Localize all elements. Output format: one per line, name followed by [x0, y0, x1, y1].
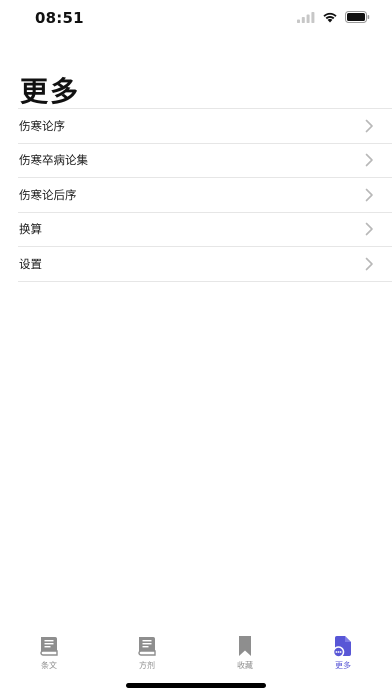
menu-item-label: 伤寒论后序: [19, 187, 77, 202]
tab-label: 收藏: [237, 661, 253, 670]
tab-label: 更多: [335, 661, 351, 670]
more-document-icon: [332, 636, 351, 657]
battery-icon: [345, 8, 370, 27]
chevron-right-icon: [365, 222, 373, 236]
menu-item-postface[interactable]: 伤寒论后序: [18, 178, 392, 213]
signal-icon: [297, 8, 315, 27]
chevron-right-icon: [365, 153, 373, 167]
menu-item-preface[interactable]: 伤寒论序: [18, 109, 392, 144]
menu-item-conversion[interactable]: 换算: [18, 213, 392, 247]
wifi-icon: [322, 8, 338, 27]
menu-item-label: 换算: [19, 222, 42, 237]
tab-more[interactable]: 更多: [313, 635, 373, 675]
status-icons: [297, 10, 370, 24]
menu-item-label: 设置: [19, 256, 42, 271]
book-icon: [40, 637, 58, 656]
tab-label: 方剂: [139, 661, 155, 670]
tab-articles[interactable]: 条文: [19, 635, 79, 675]
menu-list: 伤寒论序 伤寒卒病论集 伤寒论后序 换算 设置: [18, 108, 392, 282]
tab-label: 条文: [41, 661, 57, 670]
page-title: 更多: [20, 75, 81, 108]
menu-item-label: 伤寒论序: [19, 118, 65, 133]
status-bar: 08:51: [0, 0, 392, 36]
menu-item-collection[interactable]: 伤寒卒病论集: [18, 144, 392, 178]
menu-item-settings[interactable]: 设置: [18, 247, 392, 282]
bookmark-icon: [239, 636, 251, 656]
menu-item-label: 伤寒卒病论集: [19, 153, 88, 168]
tab-favorites[interactable]: 收藏: [215, 635, 275, 675]
chevron-right-icon: [365, 257, 373, 271]
home-indicator[interactable]: [126, 683, 266, 688]
screen: 08:51 更多 伤寒论序 伤寒卒病论集 伤寒论后序 换算 设置 条文 方剂 收…: [0, 0, 392, 696]
book-icon: [138, 637, 156, 656]
status-time: 08:51: [35, 9, 84, 27]
chevron-right-icon: [365, 188, 373, 202]
chevron-right-icon: [365, 119, 373, 133]
tab-prescriptions[interactable]: 方剂: [117, 635, 177, 675]
